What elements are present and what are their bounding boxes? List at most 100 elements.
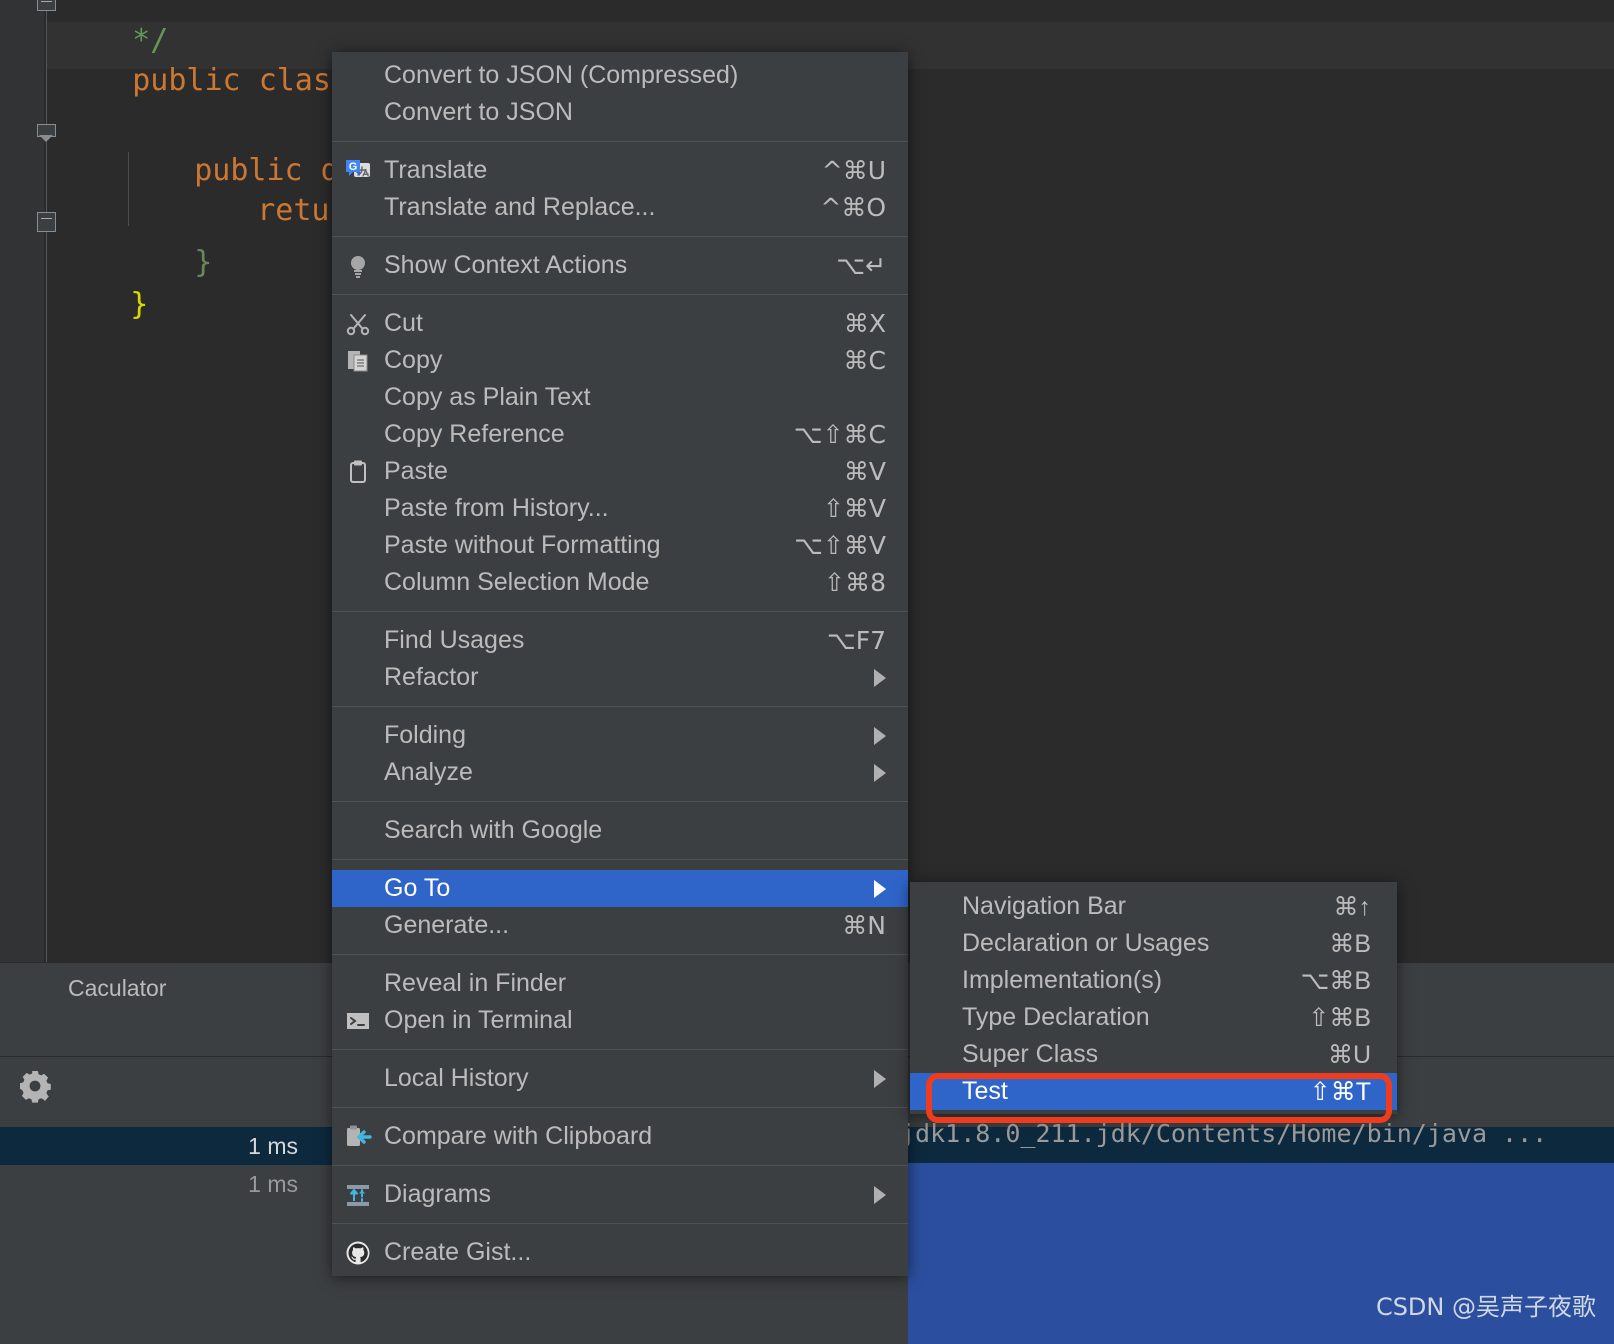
- menu-separator: [332, 1165, 908, 1166]
- clipboard-icon: [344, 458, 372, 486]
- menu-item-label: Column Selection Mode: [384, 568, 650, 596]
- menu-item-label: Convert to JSON: [384, 98, 573, 126]
- menu-item-shortcut: ⌘V: [843, 457, 886, 486]
- menu-item-label: Go To: [384, 874, 451, 902]
- github-icon: [344, 1239, 372, 1267]
- fold-marker-method-end[interactable]: [37, 212, 56, 232]
- menu-item-label: Copy: [384, 346, 443, 374]
- run-tab-label[interactable]: Caculator: [68, 975, 166, 1002]
- menu-item-label: Folding: [384, 721, 466, 749]
- no-icon: [344, 817, 372, 845]
- menu-item-label: Paste without Formatting: [384, 531, 661, 559]
- menu-item-copy-reference[interactable]: Copy Reference ⌥⇧⌘C: [332, 416, 908, 453]
- lightbulb-icon: [344, 252, 372, 280]
- no-icon: [344, 875, 372, 903]
- submenu-item-declaration-or-usages[interactable]: Declaration or Usages ⌘B: [910, 925, 1397, 962]
- menu-item-paste[interactable]: Paste ⌘V: [332, 453, 908, 490]
- fold-marker-top[interactable]: [37, 0, 56, 11]
- menu-group: Folding Analyze: [332, 712, 908, 796]
- menu-group: Go To Generate... ⌘N: [332, 865, 908, 949]
- go-to-submenu[interactable]: Navigation Bar ⌘↑ Declaration or Usages ⌘B I…: [910, 882, 1397, 1114]
- diagrams-icon: [344, 1181, 372, 1209]
- menu-item-convert-to-json[interactable]: Convert to JSON: [332, 94, 908, 131]
- menu-item-generate[interactable]: Generate... ⌘N: [332, 907, 908, 944]
- chevron-right-icon: [874, 668, 886, 687]
- scissors-icon: [344, 310, 372, 338]
- menu-item-go-to[interactable]: Go To: [332, 870, 908, 907]
- menu-item-translate-and-replace[interactable]: Translate and Replace... ^⌘O: [332, 189, 908, 226]
- no-icon: [344, 194, 372, 222]
- menu-item-label: Create Gist...: [384, 1238, 532, 1266]
- submenu-item-label: Super Class: [962, 1040, 1099, 1068]
- run-duration: 1 ms: [248, 1133, 298, 1159]
- menu-separator: [332, 141, 908, 142]
- submenu-item-label: Type Declaration: [962, 1003, 1150, 1031]
- watermark-text: CSDN @吴声子夜歌: [1375, 1293, 1596, 1321]
- editor-context-menu[interactable]: Convert to JSON (Compressed) Convert to J…: [332, 52, 908, 1276]
- menu-item-show-context-actions[interactable]: Show Context Actions ⌥↵: [332, 247, 908, 284]
- menu-item-translate[interactable]: G Translate ^⌘U: [332, 152, 908, 189]
- menu-group: Find Usages ⌥F7 Refactor: [332, 617, 908, 701]
- no-icon: [344, 627, 372, 655]
- menu-item-label: Translate and Replace...: [384, 193, 656, 221]
- menu-separator: [332, 294, 908, 295]
- menu-item-cut[interactable]: Cut ⌘X: [332, 305, 908, 342]
- menu-item-local-history[interactable]: Local History: [332, 1060, 908, 1097]
- no-icon: [344, 569, 372, 597]
- menu-item-label: Search with Google: [384, 816, 603, 844]
- menu-item-paste-from-history[interactable]: Paste from History... ⇧⌘V: [332, 490, 908, 527]
- menu-item-label: Analyze: [384, 758, 473, 786]
- submenu-item-label: Navigation Bar: [962, 892, 1126, 920]
- menu-item-label: Copy as Plain Text: [384, 383, 591, 411]
- menu-item-copy-as-plain-text[interactable]: Copy as Plain Text: [332, 379, 908, 416]
- chevron-right-icon: [874, 1185, 886, 1204]
- no-icon: [344, 722, 372, 750]
- menu-separator: [332, 1049, 908, 1050]
- menu-item-label: Generate...: [384, 911, 510, 939]
- menu-separator: [332, 236, 908, 237]
- editor-gutter: [0, 0, 44, 962]
- menu-group: Diagrams: [332, 1171, 908, 1218]
- menu-group: Local History: [332, 1055, 908, 1102]
- menu-item-shortcut: ⌥⇧⌘V: [794, 531, 886, 560]
- no-icon: [344, 62, 372, 90]
- brace-close-method: }: [194, 245, 213, 280]
- menu-item-create-gist[interactable]: Create Gist...: [332, 1234, 908, 1271]
- terminal-icon: [344, 1007, 372, 1035]
- menu-item-analyze[interactable]: Analyze: [332, 754, 908, 791]
- menu-item-convert-to-json-compressed[interactable]: Convert to JSON (Compressed): [332, 57, 908, 94]
- google-translate-icon: G: [344, 157, 372, 185]
- menu-group: Show Context Actions ⌥↵: [332, 242, 908, 289]
- fold-marker-method-start[interactable]: [37, 124, 56, 144]
- submenu-item-navigation-bar[interactable]: Navigation Bar ⌘↑: [910, 888, 1397, 925]
- menu-item-search-with-google[interactable]: Search with Google: [332, 812, 908, 849]
- menu-item-shortcut: ⌥F7: [826, 626, 886, 655]
- submenu-item-super-class[interactable]: Super Class ⌘U: [910, 1036, 1397, 1073]
- submenu-item-shortcut: ⌘↑: [1333, 892, 1372, 921]
- menu-item-shortcut: ^⌘U: [821, 156, 886, 185]
- menu-item-reveal-in-finder[interactable]: Reveal in Finder: [332, 965, 908, 1002]
- gear-icon[interactable]: [18, 1069, 52, 1103]
- menu-item-folding[interactable]: Folding: [332, 717, 908, 754]
- menu-item-label: Paste: [384, 457, 448, 485]
- menu-item-column-selection-mode[interactable]: Column Selection Mode ⇧⌘8: [332, 564, 908, 601]
- menu-item-diagrams[interactable]: Diagrams: [332, 1176, 908, 1213]
- menu-item-open-in-terminal[interactable]: Open in Terminal: [332, 1002, 908, 1039]
- console-command-line: jdk1.8.0_211.jdk/Contents/Home/bin/java …: [900, 1119, 1548, 1148]
- no-icon: [344, 99, 372, 127]
- submenu-item-implementations[interactable]: Implementation(s) ⌥⌘B: [910, 962, 1397, 999]
- menu-item-label: Cut: [384, 309, 423, 337]
- menu-item-shortcut: ⌥⇧⌘C: [793, 420, 886, 449]
- menu-separator: [332, 1107, 908, 1108]
- menu-item-label: Copy Reference: [384, 420, 565, 448]
- menu-item-label: Open in Terminal: [384, 1006, 573, 1034]
- menu-item-shortcut: ⌘X: [843, 309, 886, 338]
- fold-guide-line: [46, 0, 47, 962]
- submenu-item-type-declaration[interactable]: Type Declaration ⇧⌘B: [910, 999, 1397, 1036]
- menu-item-copy[interactable]: Copy ⌘C: [332, 342, 908, 379]
- menu-item-refactor[interactable]: Refactor: [332, 659, 908, 696]
- menu-item-compare-with-clipboard[interactable]: Compare with Clipboard: [332, 1118, 908, 1155]
- submenu-item-test[interactable]: Test ⇧⌘T: [910, 1073, 1397, 1110]
- menu-item-find-usages[interactable]: Find Usages ⌥F7: [332, 622, 908, 659]
- menu-item-paste-without-formatting[interactable]: Paste without Formatting ⌥⇧⌘V: [332, 527, 908, 564]
